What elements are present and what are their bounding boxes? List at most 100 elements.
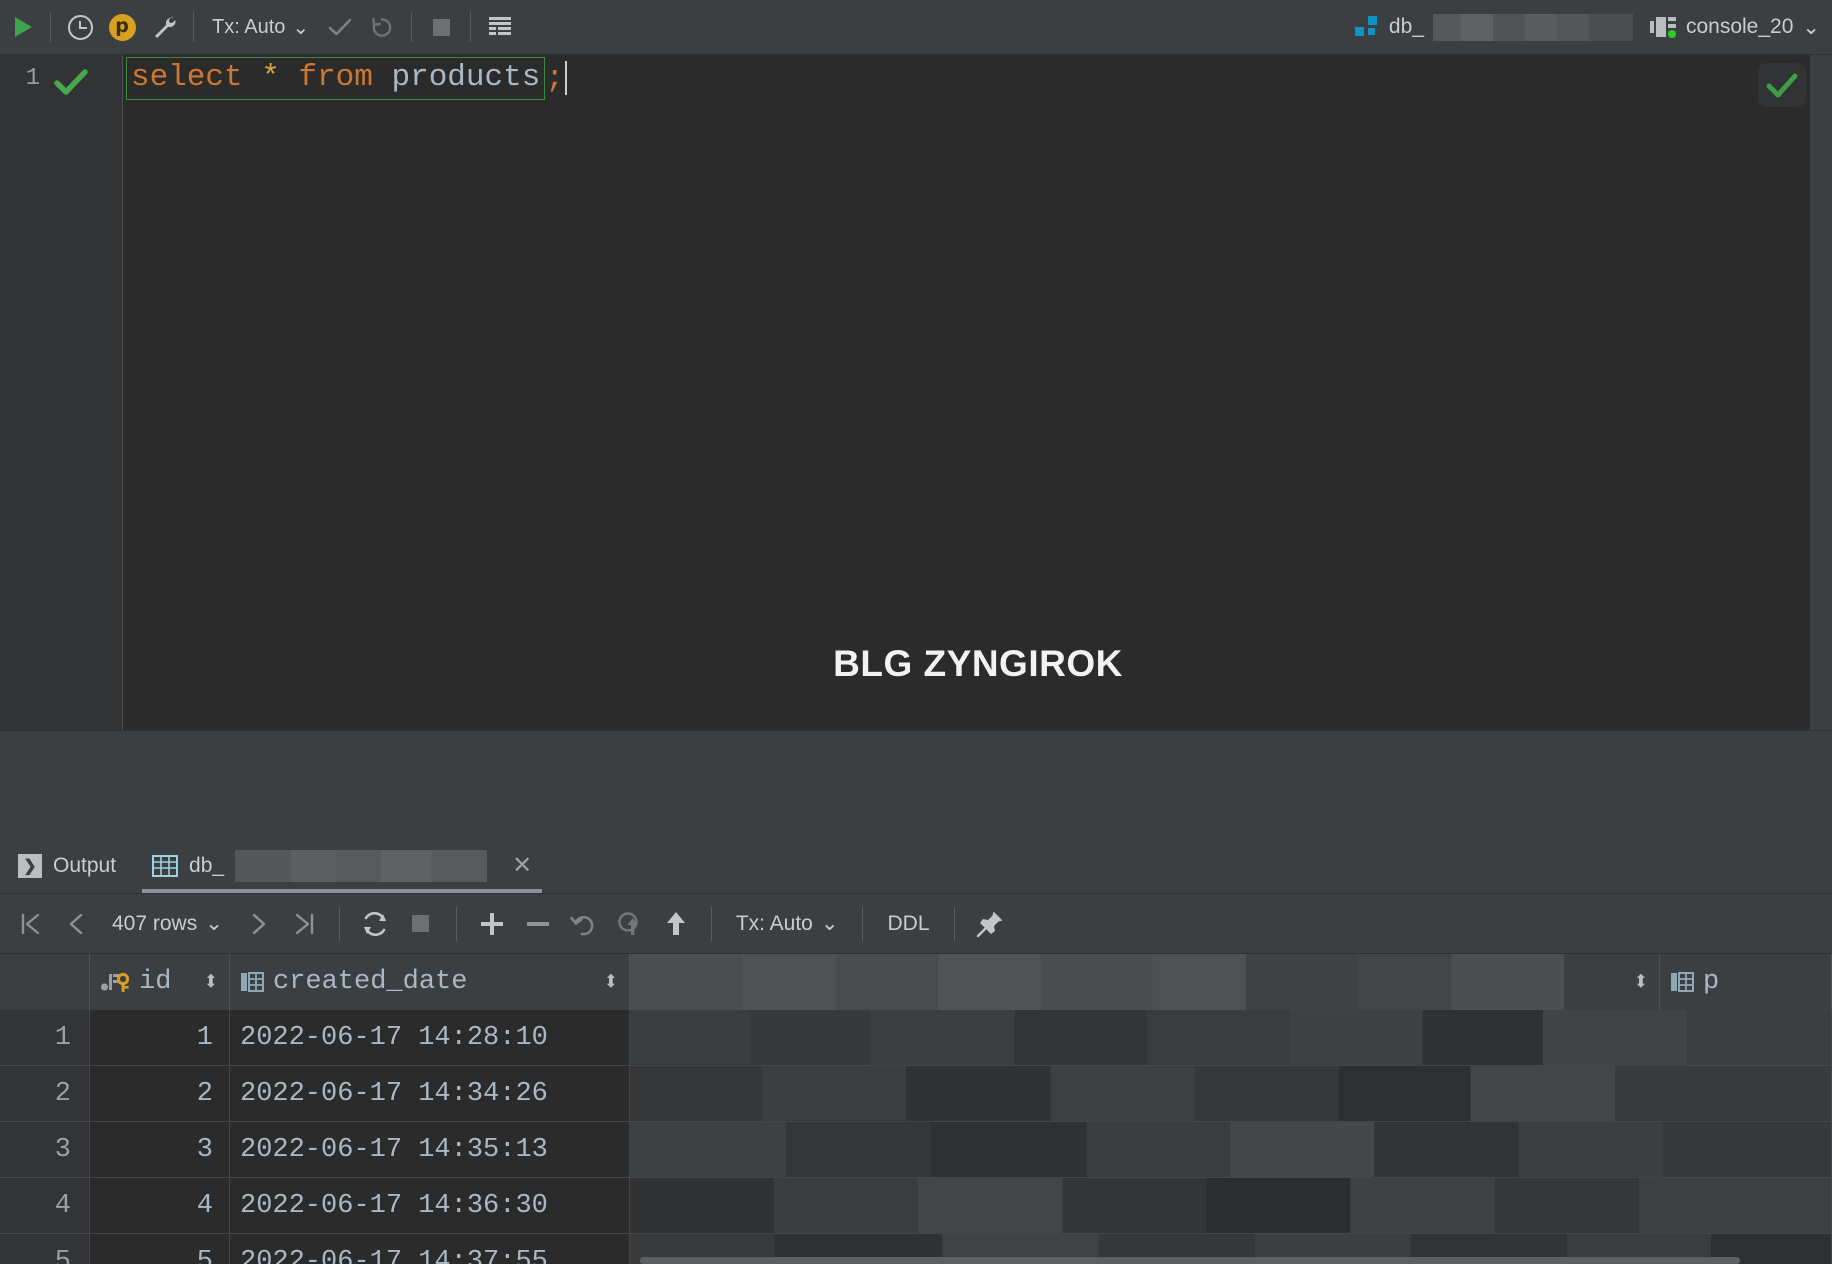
toolbar-divider	[455, 906, 457, 941]
results-tx-mode-selector[interactable]: Tx: Auto ⌄	[724, 901, 851, 947]
delete-row-button[interactable]	[515, 901, 561, 947]
cell-redacted[interactable]	[630, 1010, 1832, 1066]
result-grid[interactable]: id ⬍ created_date ⬍ ⬍ p 1 1 2022-06-17 1…	[0, 954, 1832, 1264]
column-header-label: created_date	[273, 967, 468, 997]
row-number: 3	[0, 1122, 90, 1178]
cell-redacted[interactable]	[630, 1122, 1832, 1178]
console-selector[interactable]: console_20 ⌄	[1645, 14, 1832, 40]
text-caret	[564, 61, 567, 95]
code-line-1[interactable]: select * from products ;	[124, 55, 569, 101]
toolbar-divider	[193, 12, 194, 42]
grid-header-row: id ⬍ created_date ⬍ ⬍ p	[0, 954, 1832, 1010]
tx-mode-label: Tx: Auto	[212, 15, 286, 38]
redacted-tab-name	[235, 849, 488, 882]
cell-redacted[interactable]	[630, 1178, 1832, 1234]
column-header-id[interactable]: id ⬍	[90, 954, 230, 1010]
next-page-button[interactable]	[235, 901, 281, 947]
reload-button[interactable]	[352, 901, 398, 947]
cell-created-date[interactable]: 2022-06-17 14:36:30	[230, 1178, 630, 1234]
table-row[interactable]: 2 2 2022-06-17 14:34:26	[0, 1066, 1832, 1122]
datasource-properties-button[interactable]	[143, 6, 185, 48]
row-count-label: 407 rows	[112, 911, 198, 935]
cell-created-date[interactable]: 2022-06-17 14:35:13	[230, 1122, 630, 1178]
column-header-truncated[interactable]: p	[1660, 954, 1832, 1010]
query-history-button[interactable]	[59, 6, 101, 48]
run-query-button[interactable]	[0, 6, 42, 48]
table-icon	[152, 854, 179, 877]
add-row-button[interactable]	[469, 901, 515, 947]
clock-icon	[67, 14, 93, 40]
results-grid-toggle[interactable]	[479, 6, 521, 48]
chevron-down-icon: ⌄	[205, 912, 223, 935]
upload-pending-icon	[618, 911, 638, 935]
column-header-created-date[interactable]: created_date ⬍	[230, 954, 630, 1010]
cell-created-date[interactable]: 2022-06-17 14:28:10	[230, 1010, 630, 1066]
console-icon	[1649, 17, 1676, 38]
toolbar-divider	[411, 12, 413, 42]
revert-changes-button[interactable]	[561, 901, 607, 947]
chevron-right-icon	[252, 913, 266, 934]
column-header-redacted-sort[interactable]: ⬍	[1564, 954, 1660, 1010]
rollback-button[interactable]	[361, 6, 403, 48]
submit-button[interactable]	[653, 901, 699, 947]
table-row[interactable]: 1 1 2022-06-17 14:28:10	[0, 1010, 1832, 1066]
table-row[interactable]: 4 4 2022-06-17 14:36:30	[0, 1178, 1832, 1234]
statement-ok-icon[interactable]	[52, 67, 90, 102]
prev-page-button[interactable]	[54, 901, 100, 947]
first-page-icon	[21, 913, 40, 934]
stop-icon	[432, 18, 450, 36]
sql-keyword-select: select	[131, 59, 243, 95]
datasource-chip[interactable]: db_	[1342, 13, 1645, 41]
sql-semicolon: ;	[545, 60, 564, 96]
pin-tab-button[interactable]	[967, 901, 1013, 947]
submit-pending-button[interactable]	[607, 901, 653, 947]
results-tx-label: Tx: Auto	[735, 911, 813, 935]
sort-icon[interactable]: ⬍	[203, 966, 219, 999]
editor-text-area[interactable]: select * from products ; BLG ZYNGIROK	[124, 55, 1832, 730]
editor-gutter: 1	[0, 55, 123, 730]
cell-created-date[interactable]: 2022-06-17 14:34:26	[230, 1066, 630, 1122]
pin-icon	[976, 911, 1002, 937]
main-toolbar: p Tx: Auto ⌄ db_ console_20 ⌄	[0, 0, 1832, 55]
row-number: 1	[0, 1010, 90, 1066]
stop-button[interactable]	[420, 6, 462, 48]
commit-button[interactable]	[319, 6, 361, 48]
sql-keyword-from: from	[298, 59, 373, 95]
tab-result-set[interactable]: db_ ✕	[134, 838, 550, 893]
row-count-selector[interactable]: 407 rows ⌄	[100, 901, 235, 947]
redacted-column-headers[interactable]	[630, 954, 1564, 1010]
sql-editor[interactable]: 1 select * from products ; BLG ZYNGIROK	[0, 55, 1832, 730]
sort-icon[interactable]: ⬍	[603, 966, 619, 999]
column-icon	[241, 972, 264, 992]
cell-id[interactable]: 3	[90, 1122, 230, 1178]
first-page-button[interactable]	[8, 901, 54, 947]
inspection-status-badge[interactable]	[1758, 63, 1806, 107]
last-page-icon	[295, 913, 314, 934]
close-icon[interactable]: ✕	[512, 851, 532, 880]
chevron-left-icon	[69, 913, 83, 934]
database-schema-icon	[1354, 16, 1377, 36]
current-statement-highlight: select * from products	[126, 56, 546, 100]
cell-id[interactable]: 4	[90, 1178, 230, 1234]
tx-mode-selector[interactable]: Tx: Auto ⌄	[202, 6, 319, 48]
column-icon	[1671, 972, 1694, 992]
table-row[interactable]: 3 3 2022-06-17 14:35:13	[0, 1122, 1832, 1178]
toolbar-divider	[470, 12, 472, 42]
cancel-statement-button[interactable]	[398, 901, 444, 947]
cell-created-date[interactable]: 2022-06-17 14:37:55	[230, 1234, 630, 1264]
last-page-button[interactable]	[281, 901, 327, 947]
editor-scrollbar-track[interactable]	[1810, 55, 1832, 730]
undo-icon	[570, 915, 594, 935]
cell-redacted[interactable]	[630, 1066, 1832, 1122]
datasource-button[interactable]: p	[101, 6, 143, 48]
toolbar-divider	[953, 906, 955, 941]
ddl-button[interactable]: DDL	[875, 901, 941, 947]
toolbar-divider	[710, 906, 712, 941]
cell-id[interactable]: 1	[90, 1010, 230, 1066]
panel-splitter[interactable]	[0, 730, 1832, 838]
cell-id[interactable]: 5	[90, 1234, 230, 1264]
grid-horizontal-scrollbar[interactable]	[640, 1257, 1740, 1264]
tab-output[interactable]: ❯ Output	[0, 838, 134, 893]
sort-icon[interactable]: ⬍	[1633, 966, 1649, 999]
cell-id[interactable]: 2	[90, 1066, 230, 1122]
